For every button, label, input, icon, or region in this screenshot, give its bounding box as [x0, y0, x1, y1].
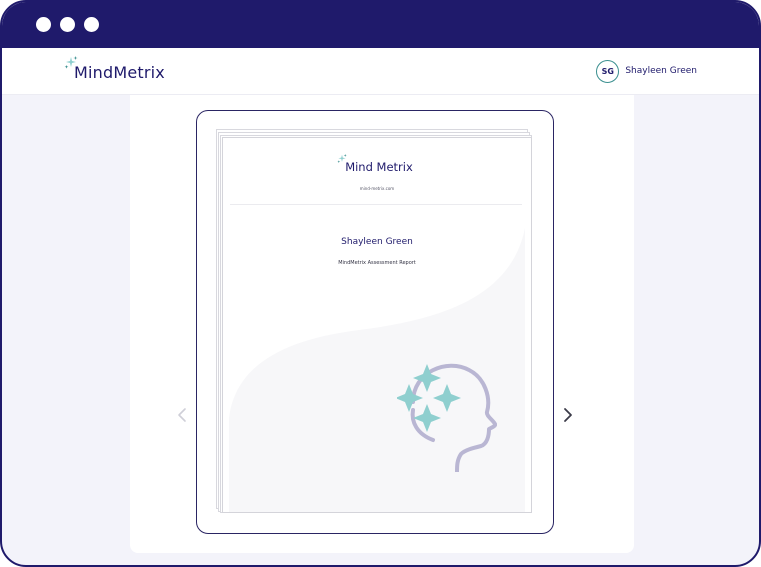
report-logo: Mind Metrix	[223, 154, 531, 175]
app-window: MindMetrix SG Shayleen Green Mind Metrix…	[0, 0, 761, 567]
avatar[interactable]: SG	[596, 59, 620, 83]
window-dot-maximize[interactable]	[84, 17, 99, 32]
brand-name: MindMetrix	[74, 63, 165, 82]
report-person-name: Shayleen Green	[341, 237, 413, 247]
head-sparkles-icon	[397, 363, 497, 472]
user-menu[interactable]: SG Shayleen Green	[596, 59, 697, 83]
user-name[interactable]: Shayleen Green	[625, 66, 697, 76]
report-subtitle: MindMetrix Assessment Report	[338, 260, 416, 266]
sparkle-icon	[337, 154, 347, 163]
tablet-frame: Mind Metrix mind-metrix.com Shayleen Gre…	[196, 110, 554, 534]
report-divider	[230, 204, 522, 205]
chevron-right-icon[interactable]	[563, 407, 573, 423]
report-page[interactable]: Mind Metrix mind-metrix.com Shayleen Gre…	[222, 137, 532, 513]
window-dot-close[interactable]	[36, 17, 51, 32]
chevron-left-icon[interactable]	[177, 407, 187, 423]
report-url: mind-metrix.com	[359, 186, 395, 191]
window-titlebar	[2, 2, 759, 48]
report-brand-name: Mind Metrix	[345, 160, 413, 174]
report-viewer-panel: Mind Metrix mind-metrix.com Shayleen Gre…	[130, 95, 634, 553]
app-header: MindMetrix SG Shayleen Green	[2, 48, 759, 95]
window-dot-minimize[interactable]	[60, 17, 75, 32]
